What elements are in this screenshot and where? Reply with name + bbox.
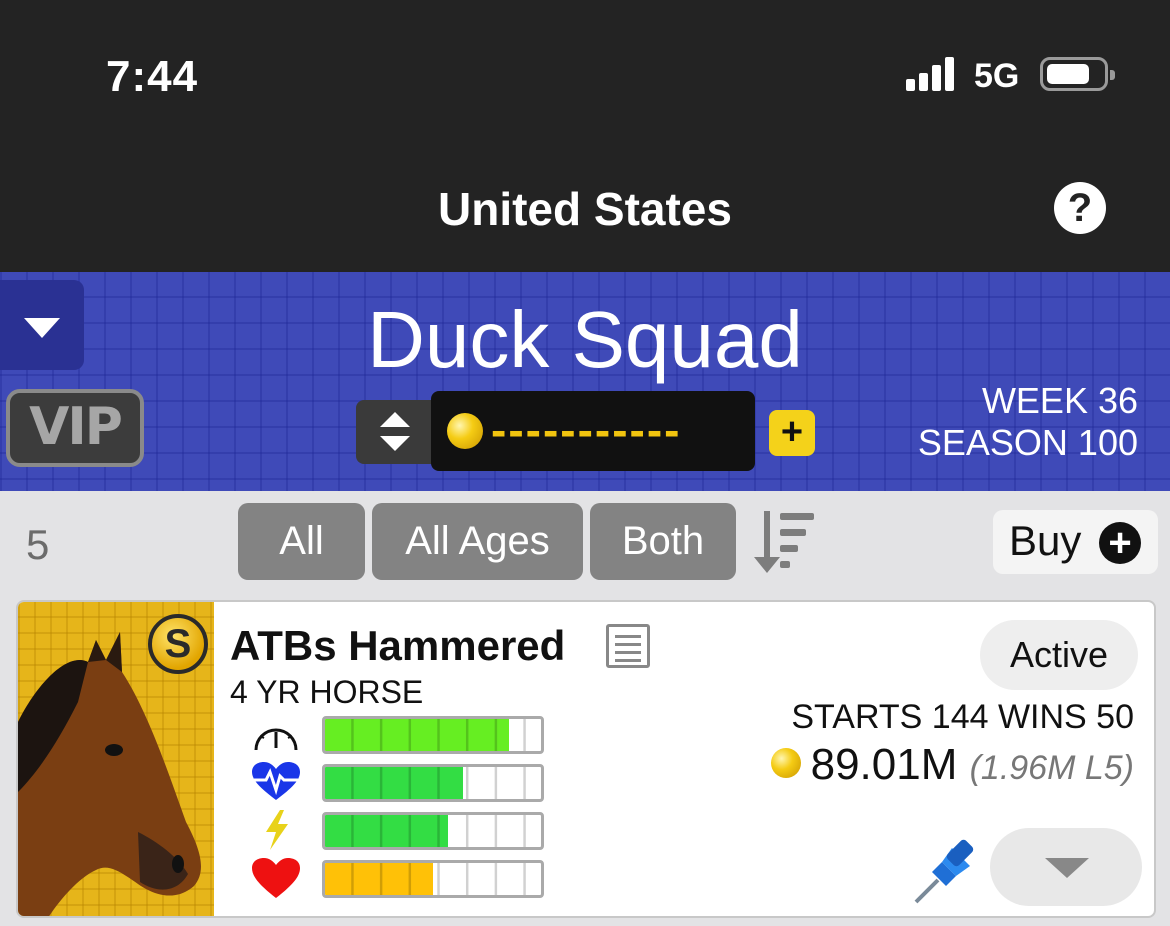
battery-fill [1047, 64, 1089, 84]
balance-value: ----------- [491, 404, 682, 456]
earnings: 89.01M (1.96M L5) [770, 740, 1134, 790]
horse-age: 4 YR HORSE [230, 674, 424, 710]
vip-button[interactable]: VIP [6, 389, 144, 467]
stable-name: Duck Squad [367, 295, 803, 384]
filter-ages-button[interactable]: All Ages [372, 503, 583, 580]
sort-icon[interactable] [752, 511, 822, 575]
week-label: WEEK 36 [981, 380, 1138, 421]
stamina-stat-bar [322, 764, 544, 802]
horse-portrait: S [18, 602, 214, 916]
add-coins-button[interactable]: + [769, 410, 815, 456]
buy-horse-button[interactable]: Buy + [993, 510, 1158, 574]
acceleration-stat-bar [322, 812, 544, 850]
top-bar: 7:44 5G United States ? [0, 0, 1170, 272]
horse-card[interactable]: S ATBs Hammered 4 YR HORSE Active STARTS… [16, 600, 1156, 918]
week-season-info: WEEK 36 SEASON 100 [918, 380, 1138, 464]
grade-badge: S [148, 614, 208, 674]
filter-type-button[interactable]: All [238, 503, 365, 580]
speedometer-icon [250, 714, 302, 754]
stable-header: Duck Squad VIP ----------- + WEEK 36 SEA… [0, 272, 1170, 491]
status-badge[interactable]: Active [980, 620, 1138, 690]
pin-icon[interactable] [912, 836, 982, 906]
earnings-last-five: (1.96M L5) [969, 749, 1134, 787]
horse-count: 5 [26, 521, 50, 568]
lightning-icon [250, 810, 302, 850]
filter-gender-button[interactable]: Both [590, 503, 736, 580]
balance-toggle-button[interactable] [356, 400, 434, 464]
plus-circle-icon: + [1099, 522, 1141, 564]
heartbeat-icon [250, 762, 302, 802]
earnings-value: 89.01M [810, 740, 958, 789]
coin-icon [447, 413, 483, 449]
status-time: 7:44 [106, 52, 199, 101]
arrow-down-icon [380, 436, 410, 451]
speed-stat-bar [322, 716, 544, 754]
expand-card-button[interactable] [990, 828, 1142, 906]
season-label: SEASON 100 [917, 422, 1138, 463]
horse-name[interactable]: ATBs Hammered [230, 622, 565, 670]
coin-icon [770, 748, 801, 779]
coin-balance: ----------- [431, 391, 755, 471]
signal-strength-icon [906, 57, 958, 91]
notes-icon[interactable] [606, 624, 650, 668]
filter-bar: 5 All All Ages Both Buy + [0, 491, 1170, 595]
heart-stat-bar [322, 860, 544, 898]
heart-icon [250, 858, 302, 898]
battery-icon [1040, 57, 1115, 91]
network-type: 5G [974, 57, 1020, 95]
race-record: STARTS 144 WINS 50 [791, 698, 1134, 736]
help-icon[interactable]: ? [1054, 182, 1106, 234]
page-title: United States [438, 183, 732, 235]
arrow-up-icon [380, 412, 410, 427]
chevron-down-icon [1045, 858, 1089, 878]
buy-label: Buy [1009, 517, 1082, 564]
